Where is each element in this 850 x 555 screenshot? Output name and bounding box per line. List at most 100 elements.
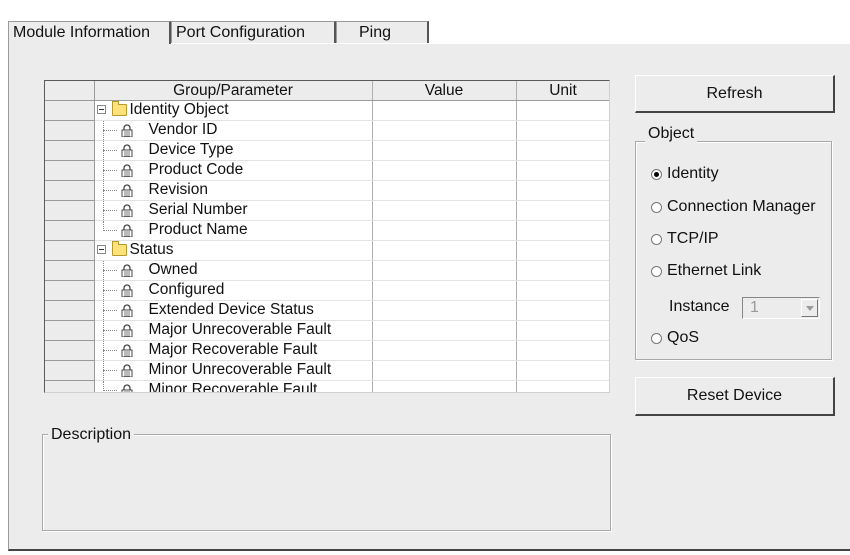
parameter-cell[interactable]: Owned xyxy=(94,260,373,281)
collapse-icon[interactable] xyxy=(96,245,106,254)
table-row[interactable]: Major Recoverable Fault xyxy=(45,340,609,361)
row-header[interactable] xyxy=(45,180,95,201)
row-header[interactable] xyxy=(45,320,95,341)
parameter-cell[interactable]: Revision xyxy=(94,180,373,201)
row-header[interactable] xyxy=(45,280,95,301)
lock-icon-graphic xyxy=(121,224,132,238)
radio-label-ethernet-link: Ethernet Link xyxy=(667,262,762,279)
lock-icon xyxy=(121,204,133,218)
radio-icon[interactable] xyxy=(651,332,662,344)
parameter-cell[interactable]: Vendor ID xyxy=(94,120,373,141)
tree-line xyxy=(102,190,117,191)
parameter-label: Revision xyxy=(148,181,208,198)
tab-port-configuration[interactable]: Port Configuration xyxy=(171,21,336,43)
instance-dropdown[interactable]: 1 xyxy=(742,297,820,319)
tab-module-information[interactable]: Module Information xyxy=(8,21,171,44)
row-header[interactable] xyxy=(45,260,95,281)
row-header[interactable] xyxy=(45,100,95,121)
parameter-cell[interactable]: Identity Object xyxy=(94,100,373,121)
value-cell[interactable] xyxy=(372,300,517,321)
lock-icon-graphic xyxy=(121,284,132,298)
parameter-label: Minor Unrecoverable Fault xyxy=(148,361,332,378)
value-cell[interactable] xyxy=(372,260,517,281)
column-header-value[interactable]: Value xyxy=(372,81,517,101)
refresh-button[interactable]: Refresh xyxy=(635,75,835,113)
value-cell[interactable] xyxy=(372,100,517,121)
table-row[interactable]: Configured xyxy=(45,280,609,301)
row-header[interactable] xyxy=(45,160,95,181)
reset-device-button[interactable]: Reset Device xyxy=(635,377,835,416)
parameter-cell[interactable]: Extended Device Status xyxy=(94,300,373,321)
parameter-cell[interactable]: Device Type xyxy=(94,140,373,161)
row-header[interactable] xyxy=(45,140,95,161)
table-row[interactable]: Product Code xyxy=(45,160,609,181)
value-cell[interactable] xyxy=(372,140,517,161)
table-row[interactable]: Product Name xyxy=(45,220,609,241)
value-cell[interactable] xyxy=(372,240,517,261)
row-header[interactable] xyxy=(45,220,95,241)
parameter-cell[interactable]: Product Code xyxy=(94,160,373,181)
value-cell[interactable] xyxy=(372,280,517,301)
table-row[interactable]: Revision xyxy=(45,180,609,201)
row-header[interactable] xyxy=(45,360,95,381)
radio-icon[interactable] xyxy=(651,168,662,180)
table-row[interactable]: Major Unrecoverable Fault xyxy=(45,320,609,341)
unit-cell xyxy=(516,240,609,261)
radio-icon[interactable] xyxy=(651,233,662,245)
lock-icon xyxy=(121,364,133,378)
tree-line xyxy=(102,330,117,331)
parameter-cell[interactable]: Product Name xyxy=(94,220,373,241)
table-row[interactable]: Vendor ID xyxy=(45,120,609,141)
table-row[interactable]: Owned xyxy=(45,260,609,281)
column-header-group-parameter[interactable]: Group/Parameter xyxy=(94,81,373,101)
parameter-cell[interactable]: Minor Unrecoverable Fault xyxy=(94,360,373,381)
unit-cell xyxy=(516,100,609,121)
table-row[interactable]: Minor Recoverable Fault xyxy=(45,380,609,392)
radio-ethernet-link[interactable]: Ethernet Link xyxy=(651,262,761,280)
value-cell[interactable] xyxy=(372,340,517,361)
row-header[interactable] xyxy=(45,240,95,261)
row-header[interactable] xyxy=(45,340,95,361)
unit-cell xyxy=(516,360,609,381)
instance-label: Instance xyxy=(669,298,730,315)
tab-ping[interactable]: Ping xyxy=(336,21,429,43)
lock-icon xyxy=(121,344,133,358)
radio-icon[interactable] xyxy=(651,201,662,213)
value-cell[interactable] xyxy=(372,200,517,221)
parameter-cell[interactable]: Major Unrecoverable Fault xyxy=(94,320,373,341)
collapse-icon[interactable] xyxy=(96,105,106,114)
lock-icon xyxy=(121,164,133,178)
table-row[interactable]: Serial Number xyxy=(45,200,609,221)
unit-cell xyxy=(516,140,609,161)
parameter-cell[interactable]: Major Recoverable Fault xyxy=(94,340,373,361)
value-cell[interactable] xyxy=(372,180,517,201)
radio-qos[interactable]: QoS xyxy=(651,329,699,347)
value-cell[interactable] xyxy=(372,360,517,381)
parameter-cell[interactable]: Status xyxy=(94,240,373,261)
value-cell[interactable] xyxy=(372,220,517,241)
value-cell[interactable] xyxy=(372,380,517,392)
table-row[interactable]: Extended Device Status xyxy=(45,300,609,321)
parameter-cell[interactable]: Minor Recoverable Fault xyxy=(94,380,373,392)
row-header[interactable] xyxy=(45,300,95,321)
chevron-down-icon[interactable] xyxy=(801,299,818,317)
table-row[interactable]: Status xyxy=(45,240,609,261)
radio-tcp-ip[interactable]: TCP/IP xyxy=(651,230,719,248)
row-header[interactable] xyxy=(45,120,95,141)
radio-identity[interactable]: Identity xyxy=(651,165,719,183)
value-cell[interactable] xyxy=(372,320,517,341)
value-cell[interactable] xyxy=(372,120,517,141)
unit-cell xyxy=(516,320,609,341)
radio-connection-manager[interactable]: Connection Manager xyxy=(651,198,816,216)
table-row[interactable]: Minor Unrecoverable Fault xyxy=(45,360,609,381)
row-header[interactable] xyxy=(45,200,95,221)
radio-icon[interactable] xyxy=(651,265,662,277)
value-cell[interactable] xyxy=(372,160,517,181)
parameter-cell[interactable]: Serial Number xyxy=(94,200,373,221)
unit-cell xyxy=(516,340,609,361)
column-header-unit[interactable]: Unit xyxy=(516,81,609,101)
row-header[interactable] xyxy=(45,380,95,392)
table-row[interactable]: Device Type xyxy=(45,140,609,161)
parameter-cell[interactable]: Configured xyxy=(94,280,373,301)
table-row[interactable]: Identity Object xyxy=(45,100,609,121)
